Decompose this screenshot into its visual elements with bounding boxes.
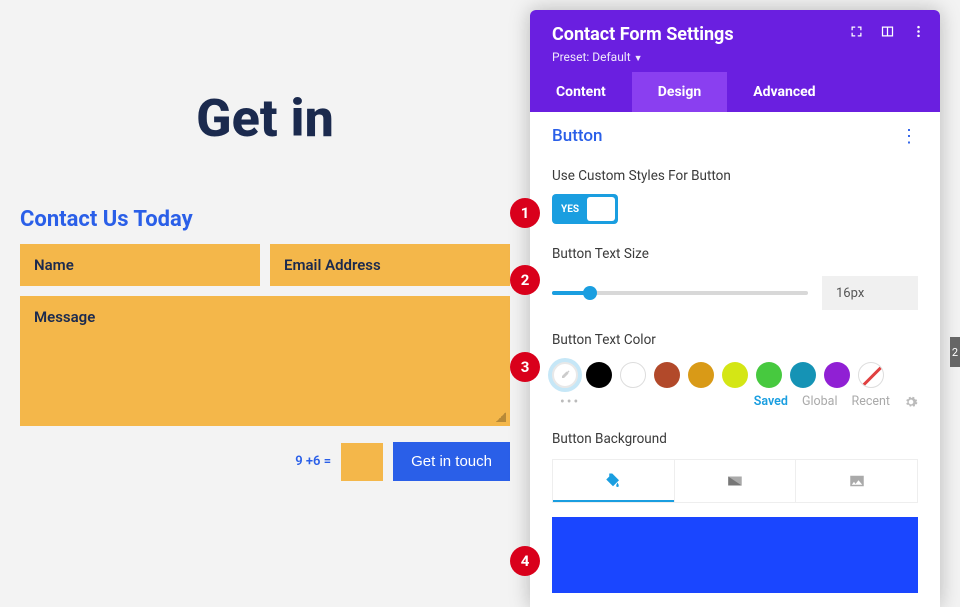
swatch-black[interactable] xyxy=(586,362,612,388)
swatch-purple[interactable] xyxy=(824,362,850,388)
tab-content[interactable]: Content xyxy=(530,72,632,112)
section-kebab-icon[interactable]: ⋮ xyxy=(900,126,918,147)
slider-thumb[interactable] xyxy=(583,286,597,300)
captcha-input[interactable] xyxy=(341,443,383,481)
palette-tabs: Saved Global Recent xyxy=(552,394,918,409)
submit-button[interactable]: Get in touch xyxy=(393,442,510,481)
custom-styles-toggle[interactable]: YES xyxy=(552,194,618,224)
swatch-teal[interactable] xyxy=(790,362,816,388)
toggle-knob xyxy=(587,197,615,221)
palette-tab-global[interactable]: Global xyxy=(802,394,838,409)
bg-tabs xyxy=(552,459,918,503)
kebab-menu-icon[interactable] xyxy=(911,24,926,39)
settings-panel: Contact Form Settings Preset: Default▼ C… xyxy=(530,10,940,607)
paint-bucket-icon xyxy=(604,472,622,490)
panel-header-icons xyxy=(849,24,926,39)
panel-tabs: Content Design Advanced xyxy=(530,72,940,112)
swatch-white[interactable] xyxy=(620,362,646,388)
name-field[interactable]: Name xyxy=(20,244,260,286)
swatch-lime[interactable] xyxy=(722,362,748,388)
palette-tab-saved[interactable]: Saved xyxy=(754,394,788,409)
message-field[interactable]: Message xyxy=(20,296,510,426)
text-color-label: Button Text Color xyxy=(552,332,918,348)
button-bg-label: Button Background xyxy=(552,431,918,447)
swatch-none[interactable] xyxy=(858,362,884,388)
swatch-green[interactable] xyxy=(756,362,782,388)
tab-advanced[interactable]: Advanced xyxy=(727,72,841,112)
form-row: Name Email Address xyxy=(0,244,530,286)
text-size-value[interactable]: 16px xyxy=(822,276,918,310)
palette-tab-recent[interactable]: Recent xyxy=(852,394,891,409)
annotation-3: 3 xyxy=(510,352,540,382)
bg-color-preview[interactable] xyxy=(552,517,918,593)
annotation-2: 2 xyxy=(510,265,540,295)
side-marker: 2 xyxy=(950,337,960,367)
text-size-label: Button Text Size xyxy=(552,246,918,262)
toggle-yes-label: YES xyxy=(561,204,579,215)
color-swatches xyxy=(552,362,918,388)
form-title: Contact Us Today xyxy=(20,207,530,232)
bg-tab-gradient[interactable] xyxy=(675,460,797,502)
swatch-redbrown[interactable] xyxy=(654,362,680,388)
expand-icon[interactable] xyxy=(849,24,864,39)
panel-header: Contact Form Settings Preset: Default▼ xyxy=(530,10,940,72)
bg-tab-color[interactable] xyxy=(553,460,675,502)
text-size-slider[interactable] xyxy=(552,291,808,295)
page-title: Get in xyxy=(0,88,530,149)
preset-label: Preset: Default xyxy=(552,50,631,64)
panel-body: Button ⋮ Use Custom Styles For Button YE… xyxy=(530,112,940,593)
image-icon xyxy=(848,472,866,490)
text-size-row: 16px xyxy=(552,276,918,310)
custom-styles-label: Use Custom Styles For Button xyxy=(552,168,918,184)
annotation-4: 4 xyxy=(510,546,540,576)
eyedropper-icon xyxy=(559,369,571,381)
captcha-label: 9 +6 = xyxy=(295,454,331,469)
tab-design[interactable]: Design xyxy=(632,72,727,112)
submit-row: 9 +6 = Get in touch xyxy=(0,442,510,481)
bg-tab-image[interactable] xyxy=(796,460,917,502)
swatch-amber[interactable] xyxy=(688,362,714,388)
page-canvas: Get in Contact Us Today Name Email Addre… xyxy=(0,0,530,607)
gradient-icon xyxy=(726,472,744,490)
email-field[interactable]: Email Address xyxy=(270,244,510,286)
annotation-1: 1 xyxy=(510,198,540,228)
preset-selector[interactable]: Preset: Default▼ xyxy=(552,50,922,64)
chevron-down-icon: ▼ xyxy=(634,54,643,64)
swatch-selected[interactable] xyxy=(552,362,578,388)
section-title[interactable]: Button xyxy=(552,126,918,146)
gear-icon[interactable] xyxy=(904,395,918,409)
columns-icon[interactable] xyxy=(880,24,895,39)
